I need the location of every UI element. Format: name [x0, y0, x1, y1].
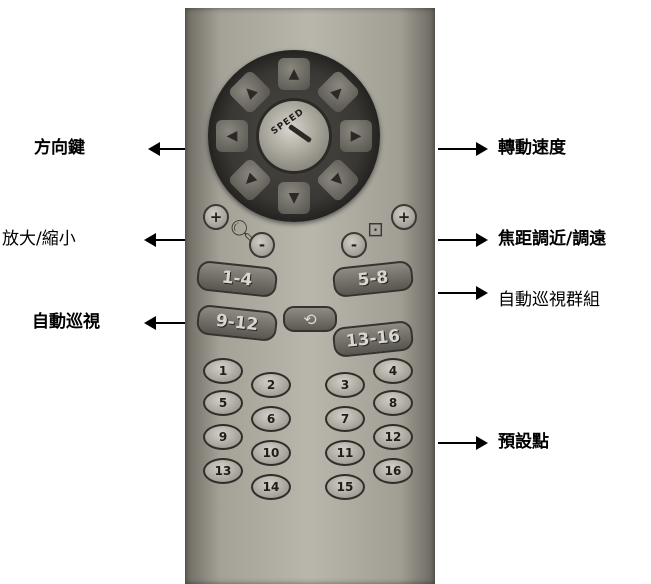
direction-down-button[interactable]: ▼ — [278, 182, 310, 214]
direction-right-button[interactable]: ▶ — [340, 120, 372, 152]
patrol-group-1-4-button[interactable]: 1-4 — [195, 259, 279, 299]
preset-15-button[interactable]: 15 — [325, 474, 365, 500]
direction-down-right-button[interactable]: ▼ — [315, 157, 361, 203]
patrol-group-9-12-button[interactable]: 9-12 — [195, 303, 279, 343]
label-zoom: 放大/縮小 — [2, 229, 76, 249]
preset-10-button[interactable]: 10 — [251, 440, 291, 466]
zoom-out-button[interactable]: - — [249, 232, 275, 258]
arrow-rotation-speed — [438, 142, 488, 156]
preset-16-button[interactable]: 16 — [373, 458, 413, 484]
direction-up-right-button[interactable]: ▲ — [315, 69, 361, 115]
preset-11-button[interactable]: 11 — [325, 440, 365, 466]
patrol-group-5-8-button[interactable]: 5-8 — [331, 259, 415, 299]
preset-9-button[interactable]: 9 — [203, 424, 243, 450]
preset-6-button[interactable]: 6 — [251, 406, 291, 432]
focus-far-button[interactable]: + — [391, 204, 417, 230]
patrol-group-13-16-button[interactable]: 13-16 — [331, 319, 415, 359]
arrow-direction-keys — [148, 142, 188, 156]
preset-2-button[interactable]: 2 — [251, 372, 291, 398]
preset-7-button[interactable]: 7 — [325, 406, 365, 432]
preset-13-button[interactable]: 13 — [203, 458, 243, 484]
cycle-icon: ⟲ — [303, 309, 317, 329]
label-patrol-group: 自動巡視群組 — [498, 290, 600, 310]
auto-patrol-cycle-button[interactable]: ⟲ — [283, 306, 337, 332]
preset-3-button[interactable]: 3 — [325, 372, 365, 398]
arrow-focus — [438, 233, 488, 247]
label-rotation-speed: 轉動速度 — [498, 138, 566, 158]
direction-down-left-button[interactable]: ▼ — [227, 157, 273, 203]
speed-indicator — [287, 123, 313, 144]
preset-1-button[interactable]: 1 — [203, 358, 243, 384]
label-presets: 預設點 — [498, 432, 549, 452]
preset-8-button[interactable]: 8 — [373, 390, 413, 416]
preset-4-button[interactable]: 4 — [373, 358, 413, 384]
speed-knob[interactable]: SPEED — [259, 101, 329, 171]
preset-14-button[interactable]: 14 — [251, 474, 291, 500]
direction-up-left-button[interactable]: ▲ — [227, 69, 273, 115]
arrow-presets — [438, 436, 488, 450]
focus-icon: ⊡ — [367, 217, 384, 241]
focus-near-button[interactable]: - — [341, 232, 367, 258]
direction-up-button[interactable]: ▲ — [278, 58, 310, 90]
ptz-remote-panel: ▲ ▼ ◀ ▶ ▲ ▲ ▼ ▼ SPEED + 🔍︎ - - ⊡ + 1-4 5… — [185, 8, 435, 584]
direction-left-button[interactable]: ◀ — [216, 120, 248, 152]
label-auto-patrol: 自動巡視 — [32, 312, 100, 332]
arrow-patrol-group — [438, 286, 488, 300]
preset-5-button[interactable]: 5 — [203, 390, 243, 416]
label-focus: 焦距調近/調遠 — [498, 229, 607, 249]
preset-12-button[interactable]: 12 — [373, 424, 413, 450]
zoom-in-button[interactable]: + — [203, 204, 229, 230]
label-direction-keys: 方向鍵 — [34, 138, 85, 158]
direction-joystick: ▲ ▼ ◀ ▶ ▲ ▲ ▼ ▼ SPEED — [208, 50, 380, 222]
